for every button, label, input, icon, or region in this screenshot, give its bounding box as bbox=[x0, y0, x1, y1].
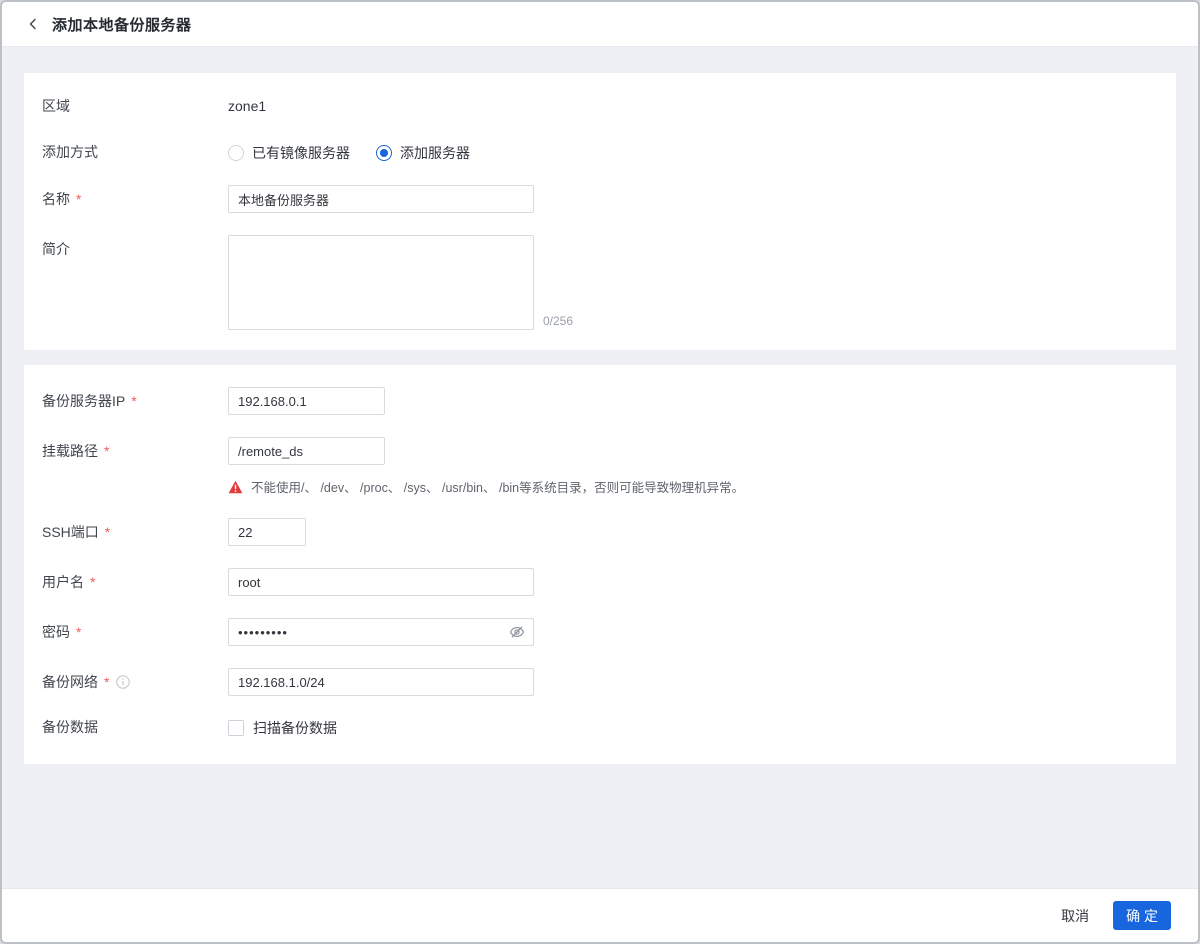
description-field: 0/256 bbox=[228, 235, 573, 330]
cancel-button[interactable]: 取消 bbox=[1061, 906, 1089, 926]
required-asterisk: * bbox=[104, 524, 111, 540]
ssh-port-row: SSH端口 * bbox=[42, 518, 1158, 546]
name-row: 名称 * bbox=[42, 185, 1158, 213]
password-input[interactable] bbox=[228, 618, 534, 646]
backup-ip-input[interactable] bbox=[228, 387, 385, 415]
required-asterisk: * bbox=[104, 674, 110, 690]
username-label: 用户名 * bbox=[42, 574, 96, 590]
required-asterisk: * bbox=[104, 443, 110, 459]
required-asterisk: * bbox=[90, 574, 96, 590]
username-input[interactable] bbox=[228, 568, 534, 596]
radio-checked-icon bbox=[376, 145, 392, 161]
scan-backup-data-checkbox[interactable]: 扫描备份数据 bbox=[228, 718, 337, 738]
zone-row: 区域 zone1 bbox=[42, 97, 1158, 115]
password-row: 密码 * bbox=[42, 618, 1158, 646]
back-button[interactable] bbox=[24, 15, 42, 33]
backup-network-input[interactable] bbox=[228, 668, 534, 696]
description-label: 简介 bbox=[42, 241, 70, 257]
backup-network-row: 备份网络 * bbox=[42, 668, 1158, 696]
zone-value: zone1 bbox=[228, 98, 267, 114]
form-content: 区域 zone1 添加方式 已有镜像服务器 添加服务器 名称 * 本地备份服务器… bbox=[2, 47, 1198, 888]
required-asterisk: * bbox=[76, 624, 82, 640]
backup-network-label: 备份网络 * bbox=[42, 668, 228, 691]
add-mode-row: 添加方式 已有镜像服务器 添加服务器 bbox=[42, 143, 1158, 163]
mount-path-warning: 不能使用/、 /dev、 /proc、 /sys、 /usr/bin、 /bin… bbox=[228, 477, 744, 496]
page-footer: 取消 确 定 bbox=[2, 888, 1198, 942]
eye-off-icon[interactable] bbox=[509, 624, 525, 640]
name-label: 名称 * bbox=[42, 191, 82, 207]
name-input[interactable] bbox=[228, 185, 534, 213]
backup-data-label: 备份数据 bbox=[42, 719, 98, 735]
backup-ip-row: 备份服务器IP * bbox=[42, 387, 1158, 415]
add-backup-server-page: 添加本地备份服务器 区域 zone1 添加方式 已有镜像服务器 添加服务器 名称… bbox=[0, 0, 1200, 944]
radio-unchecked-icon bbox=[228, 145, 244, 161]
zone-label: 区域 bbox=[42, 98, 70, 114]
mount-path-input[interactable] bbox=[228, 437, 385, 465]
password-field bbox=[228, 618, 534, 646]
backup-data-row: 备份数据 扫描备份数据 bbox=[42, 718, 1158, 738]
backup-ip-label: 备份服务器IP * bbox=[42, 393, 137, 409]
username-row: 用户名 * bbox=[42, 568, 1158, 596]
required-asterisk: * bbox=[131, 393, 137, 409]
char-counter: 0/256 bbox=[543, 314, 574, 328]
server-config-card: 备份服务器IP* 挂载路径* 不能使用/、 /dev、 /proc、 /sys、… bbox=[24, 365, 1176, 764]
basic-info-card: 区域 zone1 添加方式 已有镜像服务器 添加服务器 名称 * 本地备份服务器… bbox=[24, 73, 1176, 350]
description-row: 简介 0/256 bbox=[42, 235, 1158, 330]
page-title: 添加本地备份服务器 bbox=[52, 16, 192, 34]
password-label: 密码 * bbox=[42, 624, 82, 640]
info-icon[interactable] bbox=[116, 675, 131, 689]
radio-existing-image-server[interactable]: 已有镜像服务器 bbox=[228, 143, 350, 163]
warning-text: 不能使用/、 /dev、 /proc、 /sys、 /usr/bin、 /bin… bbox=[251, 481, 745, 495]
warning-triangle-icon bbox=[228, 480, 243, 493]
required-asterisk: * bbox=[76, 191, 82, 207]
description-textarea[interactable] bbox=[228, 235, 534, 330]
ssh-port-label: SSH端口 * bbox=[42, 524, 111, 540]
mount-path-label: 挂载路径 * bbox=[42, 443, 110, 459]
add-mode-radio-group: 已有镜像服务器 添加服务器 bbox=[228, 143, 470, 163]
ssh-port-input[interactable] bbox=[228, 518, 306, 546]
add-mode-label: 添加方式 bbox=[42, 144, 98, 160]
mount-path-row: 挂载路径* 不能使用/、 /dev、 /proc、 /sys、 /usr/bin… bbox=[42, 437, 1158, 496]
mount-path-field: 不能使用/、 /dev、 /proc、 /sys、 /usr/bin、 /bin… bbox=[228, 437, 744, 496]
checkbox-unchecked-icon bbox=[228, 720, 244, 736]
page-header: 添加本地备份服务器 bbox=[2, 2, 1198, 47]
radio-add-server[interactable]: 添加服务器 bbox=[376, 143, 470, 163]
chevron-left-icon bbox=[29, 18, 36, 30]
confirm-button[interactable]: 确 定 bbox=[1113, 901, 1171, 930]
